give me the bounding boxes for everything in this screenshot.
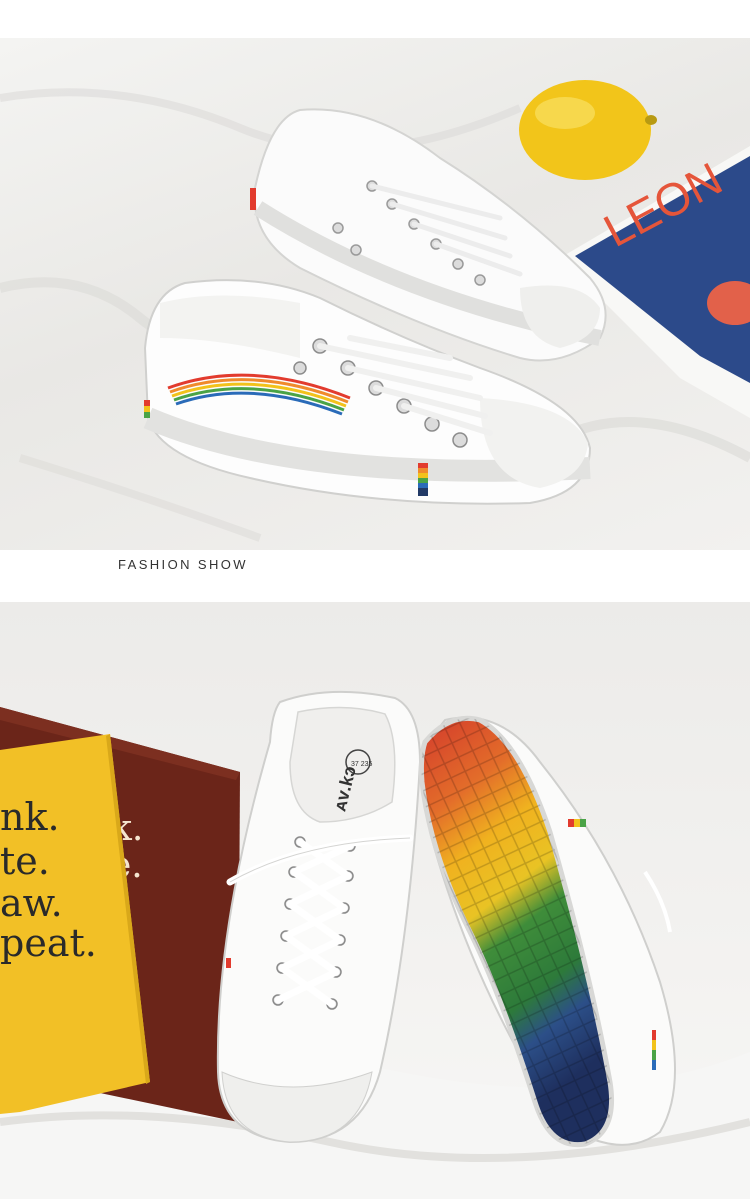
section-caption: FASHION SHOW [118,557,248,572]
book-line-4: peat. [0,921,97,965]
rainbow-sole-sneaker [418,715,676,1148]
book-line-3: aw. [0,881,63,925]
book-line-2: te. [0,839,50,883]
product-photo-top: LEON [0,38,750,550]
insole-size: 37 235 [351,761,373,768]
photo-top-drawing: LEON [0,80,750,542]
book-line-1: nk. [0,795,60,839]
lemon [519,80,657,180]
product-photo-bottom: k. e. nk. te. aw. peat. 37 235 ᴀᴠ.kɔ [0,602,750,1199]
rainbow-heel-tag [418,463,428,496]
photo-bottom-drawing: k. e. nk. te. aw. peat. 37 235 ᴀᴠ.kɔ [0,690,750,1199]
